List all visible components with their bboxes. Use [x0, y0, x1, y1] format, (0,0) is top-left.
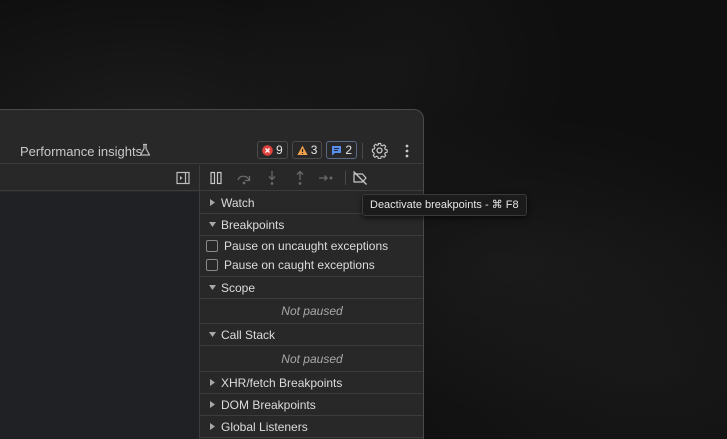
- editor-pane: [0, 192, 199, 439]
- message-icon: [332, 145, 342, 155]
- step-into-icon[interactable]: [264, 170, 280, 186]
- sources-toolbar: [0, 165, 199, 191]
- error-icon: [262, 144, 273, 156]
- message-count: 2: [345, 143, 353, 157]
- debugger-sidebar: Watch Breakpoints Pause on uncaught exce…: [200, 192, 423, 439]
- devtools-window: Performance insights 9 3 2 Watch Breakpo…: [0, 109, 424, 439]
- error-count: 9: [276, 143, 283, 157]
- collapsed-arrow-icon: [210, 379, 215, 386]
- section-label: XHR/fetch Breakpoints: [221, 376, 343, 390]
- deactivate-breakpoints-tooltip: Deactivate breakpoints - ⌘ F8: [362, 194, 527, 216]
- section-call-stack[interactable]: Call Stack: [200, 324, 423, 346]
- message-count-badge[interactable]: 2: [326, 141, 358, 159]
- pause-uncaught-option[interactable]: Pause on uncaught exceptions: [200, 237, 423, 255]
- step-icon[interactable]: [318, 170, 334, 186]
- checkbox-label: Pause on caught exceptions: [224, 258, 375, 272]
- issue-counters[interactable]: 9 3 2: [257, 141, 358, 159]
- debugger-toolbar: [200, 165, 423, 191]
- toolbar-separator: [362, 143, 363, 159]
- step-over-icon[interactable]: [236, 170, 252, 186]
- section-label: DOM Breakpoints: [221, 398, 316, 412]
- flask-icon: [139, 143, 151, 156]
- collapsed-arrow-icon: [210, 199, 215, 206]
- debugger-toolbar-separator: [345, 171, 346, 185]
- pause-icon[interactable]: [208, 170, 224, 186]
- pause-caught-checkbox[interactable]: [206, 259, 218, 271]
- devtools-tabbar: Performance insights 9 3 2: [0, 138, 423, 164]
- section-label: Breakpoints: [221, 218, 285, 232]
- pause-caught-option[interactable]: Pause on caught exceptions: [200, 256, 423, 274]
- error-count-badge[interactable]: 9: [257, 141, 288, 159]
- section-label: Global Listeners: [221, 420, 308, 434]
- step-out-icon[interactable]: [292, 170, 308, 186]
- expanded-arrow-icon: [209, 222, 216, 227]
- warning-count-badge[interactable]: 3: [291, 141, 323, 159]
- warning-icon: [297, 145, 308, 155]
- section-breakpoints[interactable]: Breakpoints: [200, 214, 423, 236]
- deactivate-breakpoints-icon[interactable]: [352, 170, 368, 186]
- section-dom-breakpoints[interactable]: DOM Breakpoints: [200, 394, 423, 416]
- warning-count: 3: [310, 143, 318, 157]
- section-global-listeners[interactable]: Global Listeners: [200, 416, 423, 438]
- collapsed-arrow-icon: [210, 401, 215, 408]
- section-label: Scope: [221, 281, 256, 295]
- section-label: Call Stack: [221, 328, 276, 342]
- gear-icon[interactable]: [371, 142, 388, 159]
- toggle-debugger-sidebar-icon[interactable]: [176, 171, 190, 185]
- scope-status: Not paused: [200, 299, 423, 324]
- call-stack-status: Not paused: [200, 346, 423, 372]
- tab-performance-insights[interactable]: Performance insights: [20, 144, 142, 159]
- expanded-arrow-icon: [209, 332, 216, 337]
- more-options-icon[interactable]: [404, 144, 410, 158]
- pause-uncaught-checkbox[interactable]: [206, 240, 218, 252]
- section-xhr-breakpoints[interactable]: XHR/fetch Breakpoints: [200, 372, 423, 394]
- checkbox-label: Pause on uncaught exceptions: [224, 239, 389, 253]
- expanded-arrow-icon: [209, 285, 216, 290]
- section-label: Watch: [221, 196, 255, 210]
- collapsed-arrow-icon: [210, 423, 215, 430]
- section-scope[interactable]: Scope: [200, 276, 423, 299]
